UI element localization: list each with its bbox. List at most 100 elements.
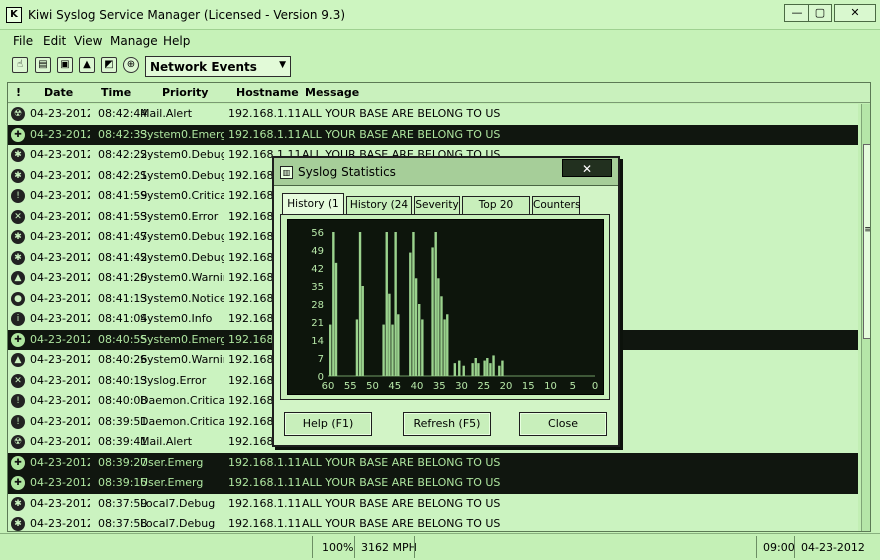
window-title: Kiwi Syslog Service Manager (Licensed - …	[28, 8, 346, 22]
cell-date: 04-23-2012	[30, 435, 90, 448]
chart-bar	[437, 278, 440, 376]
y-tick-label: 35	[311, 282, 324, 293]
refresh-button[interactable]: Refresh (F5)	[403, 412, 491, 436]
view-select-value: Network Events	[150, 60, 257, 74]
table-row[interactable]: ✚ 04-23-2012 08:39:15 User.Emerg 192.168.1.1…	[8, 473, 858, 494]
cell-host: 192.168.1.111	[228, 476, 300, 489]
cell-date: 04-23-2012	[30, 353, 90, 366]
close-window-button[interactable]: ✕	[834, 4, 876, 22]
severity-icon: ✱	[11, 230, 25, 244]
status-rate: 3162 MPH	[361, 541, 417, 554]
scrollbar-thumb[interactable]: ≡	[863, 144, 870, 339]
grid-header: ! Date Time Priority Hostname Message	[8, 83, 870, 103]
chart-bar	[412, 232, 415, 376]
toolbar: ☝ ▤ ▣ ▲ ◩ ⊕ Network Events ▼	[0, 54, 880, 80]
history-chart-svg: 071421283542495660 55 50 45 40 35 30 25 20 15 10 5 0	[311, 228, 598, 392]
col-header-flag[interactable]: !	[16, 86, 21, 99]
severity-icon: ✱	[11, 496, 25, 511]
hand-icon[interactable]: ☝	[12, 57, 28, 73]
tab-counters[interactable]: Counters	[532, 196, 580, 214]
cell-date: 04-23-2012	[30, 230, 90, 243]
col-header-hostname[interactable]: Hostname	[236, 86, 299, 99]
box-icon[interactable]: ◩	[101, 57, 117, 73]
minimize-button[interactable]: —	[784, 4, 810, 22]
severity-icon: ✱	[11, 168, 25, 183]
chart-bar	[355, 319, 359, 376]
table-row[interactable]: ✚ 04-23-2012 08:42:33 System0.Emerg 192.168.…	[8, 124, 858, 145]
status-time: 09:00	[763, 541, 795, 554]
y-tick-label: 21	[311, 318, 324, 329]
col-header-priority[interactable]: Priority	[162, 86, 208, 99]
cell-priority: System0.Debug	[140, 250, 224, 264]
severity-icon: !	[11, 394, 25, 408]
chart-bar	[462, 365, 465, 376]
x-tick-label: 10	[544, 381, 557, 392]
chart-bar	[453, 363, 457, 376]
cell-priority: System0.Debug	[140, 148, 224, 161]
cell-message: ALL YOUR BASE ARE BELONG TO US	[302, 127, 501, 141]
cell-message: ALL YOUR BASE ARE BELONG TO US	[302, 107, 501, 120]
maximize-button[interactable]: ▢	[808, 4, 832, 22]
cell-date: 04-23-2012	[30, 496, 90, 510]
chart-bar	[477, 363, 480, 376]
cell-priority: Mail.Alert	[140, 435, 193, 448]
history-panel: 0 7 14 21 28 35 42 49 56 60 55 50 45 40 35 30 25 20 15 10 5 0	[280, 214, 610, 400]
y-tick-label: 49	[311, 246, 324, 257]
image-icon[interactable]: ▣	[57, 57, 73, 73]
globe-icon[interactable]: ⊕	[123, 57, 139, 73]
dialog-close-button[interactable]: Close	[519, 412, 607, 436]
col-header-message[interactable]: Message	[305, 86, 359, 99]
menu-file[interactable]: File	[13, 34, 33, 48]
severity-icon: ✱	[11, 517, 25, 531]
cell-date: 04-23-2012	[30, 312, 90, 325]
cell-message: ALL YOUR BASE ARE BELONG TO US	[302, 455, 501, 469]
severity-icon: ✱	[11, 250, 25, 265]
menu-help[interactable]: Help	[163, 34, 190, 48]
table-row[interactable]: ✚ 04-23-2012 08:39:27 User.Emerg 192.168.1.1…	[8, 452, 858, 473]
dialog-close-icon[interactable]: ✕	[562, 159, 612, 177]
cell-date: 04-23-2012	[30, 168, 90, 182]
cell-date: 04-23-2012	[30, 127, 90, 141]
severity-icon: i	[11, 312, 25, 326]
cell-date: 04-23-2012	[30, 332, 90, 346]
menu-edit[interactable]: Edit	[43, 34, 66, 48]
menu-view[interactable]: View	[74, 34, 102, 48]
x-tick-label: 30	[455, 381, 468, 392]
view-select[interactable]: Network Events ▼	[145, 56, 291, 77]
col-header-time[interactable]: Time	[101, 86, 131, 99]
menu-bar: File Edit View Manage Help	[0, 32, 880, 52]
chart-bar	[492, 355, 495, 376]
help-button[interactable]: Help (F1)	[284, 412, 372, 436]
cell-priority: System0.Critical	[140, 189, 224, 202]
tab-top-20-hosts[interactable]: Top 20 Hosts	[462, 196, 530, 228]
history-chart: 0 7 14 21 28 35 42 49 56 60 55 50 45 40 35 30 25 20 15 10 5 0	[287, 219, 604, 395]
x-tick-label: 0	[592, 381, 598, 392]
cell-priority: Mail.Alert	[140, 107, 193, 120]
chart-bar	[489, 363, 492, 376]
status-divider	[794, 536, 795, 558]
x-tick-label: 20	[500, 381, 513, 392]
table-row[interactable]: ✱ 04-23-2012 08:37:58 Local7.Debug 192.168.1…	[8, 514, 858, 531]
cell-date: 04-23-2012	[30, 189, 90, 202]
table-row[interactable]: ☢ 04-23-2012 08:42:44 Mail.Alert 192.168.1.1…	[8, 104, 858, 125]
vertical-scrollbar[interactable]: ≡	[861, 104, 870, 531]
tab-severity[interactable]: Severity	[414, 196, 460, 214]
document-icon[interactable]: ▤	[35, 57, 51, 73]
table-row[interactable]: ✱ 04-23-2012 08:37:59 Local7.Debug 192.168.1…	[8, 493, 858, 514]
menu-manage[interactable]: Manage	[110, 34, 158, 48]
status-divider	[414, 536, 415, 558]
tab-history-1hr[interactable]: History (1 hr)	[282, 193, 344, 231]
chart-icon: ▥	[280, 166, 293, 179]
tab-history-24hr[interactable]: History (24 hr)	[346, 196, 412, 228]
cell-date: 04-23-2012	[30, 517, 90, 530]
col-header-date[interactable]: Date	[44, 86, 73, 99]
chart-bar	[483, 360, 486, 376]
chart-bar	[474, 358, 477, 376]
warning-icon[interactable]: ▲	[79, 57, 95, 73]
cell-host: 192.168.1.111	[228, 496, 300, 510]
chart-bar	[361, 286, 364, 376]
syslog-statistics-dialog: ▥ Syslog Statistics ✕ History (1 hr) His…	[272, 156, 620, 447]
x-tick-label: 55	[344, 381, 357, 392]
cell-priority: System0.Emerg	[140, 127, 224, 141]
severity-icon: ✚	[11, 476, 25, 490]
